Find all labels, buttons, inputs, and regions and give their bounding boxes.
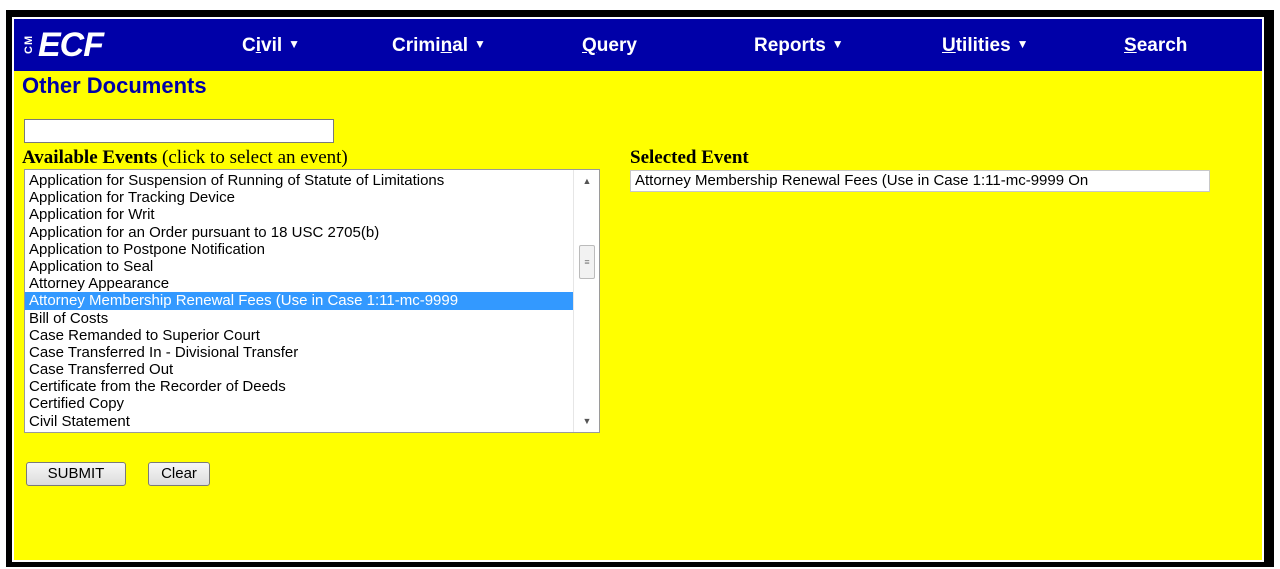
available-events-hint: (click to select an event) [162, 147, 348, 168]
list-item[interactable]: Bill of Costs [25, 310, 573, 327]
event-rows: Application for Suspension of Running of… [25, 172, 599, 430]
nav-reports-label: Reports [754, 35, 826, 56]
nav-query-label: Query [582, 35, 637, 56]
nav-civil-menu[interactable]: Civil ▼ [242, 36, 300, 55]
logo-ecf-text: ECF [38, 26, 104, 64]
event-filter-input[interactable] [24, 119, 334, 143]
list-item[interactable]: Case Remanded to Superior Court [25, 327, 573, 344]
nav-search-link[interactable]: Search [1124, 36, 1187, 55]
logo-cm-text: CM [22, 34, 35, 54]
nav-civil-label: Civil [242, 35, 283, 56]
available-events-label: Available Events (click to select an eve… [22, 147, 348, 170]
list-item[interactable]: Application to Seal [25, 258, 573, 275]
list-item[interactable]: Application for Tracking Device [25, 189, 573, 206]
nav-criminal-label: Criminal [392, 35, 469, 56]
list-item[interactable]: Attorney Appearance [25, 275, 573, 292]
nav-reports-menu[interactable]: Reports ▼ [754, 36, 844, 55]
list-item[interactable]: Certified Copy [25, 395, 573, 412]
navbar: CM ECF Civil ▼ Criminal ▼ Query Reports ▼ U… [14, 19, 1262, 71]
selected-event-label: Selected Event [630, 147, 749, 168]
nav-query-link[interactable]: Query [582, 36, 637, 55]
page: CM ECF Civil ▼ Criminal ▼ Query Reports ▼ U… [12, 17, 1264, 562]
list-item[interactable]: Application for Writ [25, 206, 573, 223]
cmecf-logo[interactable]: CM ECF [20, 23, 105, 67]
list-item[interactable]: Application for an Order pursuant to 18 … [25, 224, 573, 241]
clear-button[interactable]: Clear [148, 462, 210, 486]
scroll-up-icon[interactable]: ▲ [574, 172, 599, 190]
chevron-down-icon: ▼ [1016, 37, 1029, 51]
list-item[interactable]: Civil Statement [25, 413, 573, 430]
list-item[interactable]: Application to Postpone Notification [25, 241, 573, 258]
list-scrollbar[interactable]: ▲ ≡ ▼ [573, 170, 599, 432]
scroll-down-icon[interactable]: ▼ [574, 412, 599, 430]
submit-button[interactable]: SUBMIT [26, 462, 126, 486]
nav-utilities-menu[interactable]: Utilities ▼ [942, 36, 1029, 55]
nav-search-label: Search [1124, 35, 1188, 56]
available-events-list[interactable]: Application for Suspension of Running of… [24, 169, 600, 433]
page-title: Other Documents [22, 73, 207, 98]
list-item[interactable]: Case Transferred In - Divisional Transfe… [25, 344, 573, 361]
available-events-title: Available Events [22, 147, 158, 168]
nav-utilities-label: Utilities [942, 35, 1011, 56]
chevron-down-icon: ▼ [474, 37, 486, 51]
nav-criminal-menu[interactable]: Criminal ▼ [392, 36, 486, 55]
selected-event-field[interactable]: Attorney Membership Renewal Fees (Use in… [630, 170, 1210, 192]
list-item[interactable]: Certificate from the Recorder of Deeds [25, 378, 573, 395]
chevron-down-icon: ▼ [288, 37, 301, 51]
list-item[interactable]: Application for Suspension of Running of… [25, 172, 573, 189]
list-item-selected[interactable]: Attorney Membership Renewal Fees (Use in… [25, 292, 573, 310]
chevron-down-icon: ▼ [831, 37, 844, 51]
scroll-thumb[interactable]: ≡ [579, 245, 595, 279]
list-item[interactable]: Case Transferred Out [25, 361, 573, 378]
